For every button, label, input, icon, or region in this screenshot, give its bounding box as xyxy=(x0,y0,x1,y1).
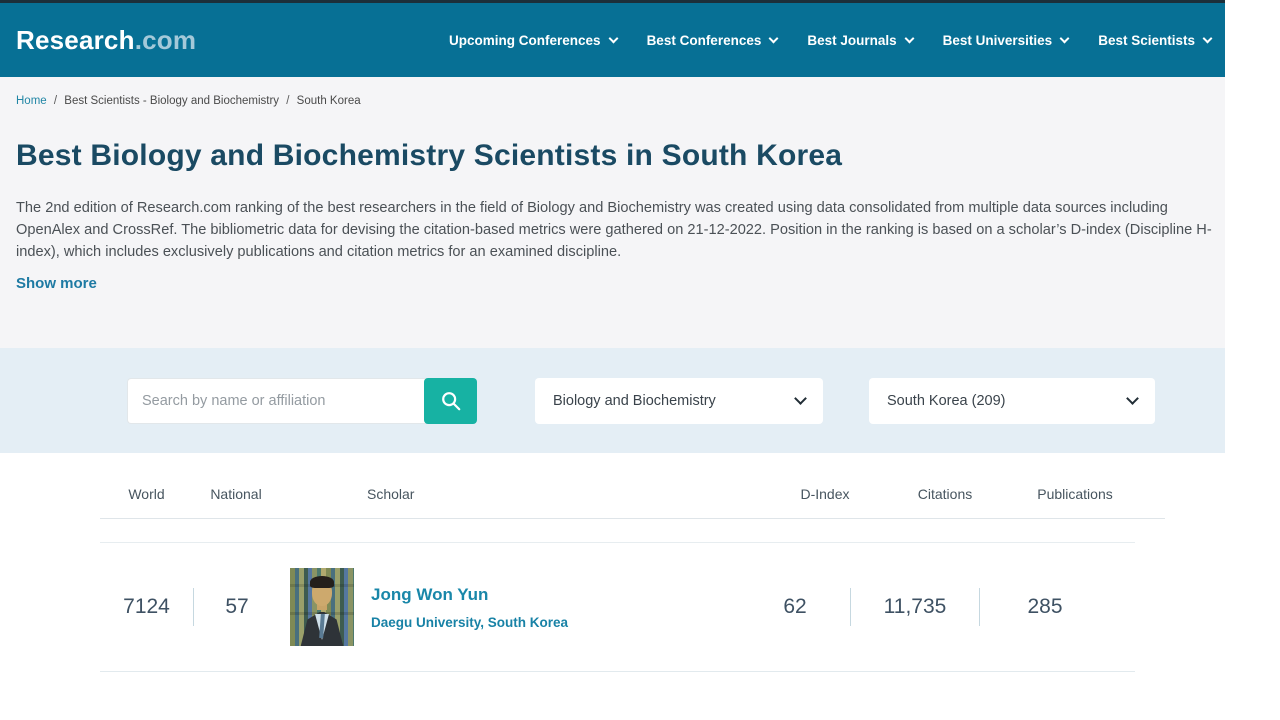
column-header-world: World xyxy=(100,486,193,502)
column-header-scholar: Scholar xyxy=(367,486,770,502)
photo-hair-shape xyxy=(310,576,334,588)
search-button[interactable] xyxy=(424,378,477,424)
page-content: Research.com Upcoming Conferences Best C… xyxy=(0,0,1225,672)
chevron-down-icon xyxy=(769,33,779,43)
publications-value: 285 xyxy=(980,595,1110,619)
search-icon xyxy=(440,390,462,412)
nav-item-label: Best Scientists xyxy=(1098,33,1195,48)
page-title: Best Biology and Biochemistry Scientists… xyxy=(16,137,1209,175)
discipline-dropdown-value: Biology and Biochemistry xyxy=(553,393,716,409)
chevron-down-icon xyxy=(904,33,914,43)
nav-item-label: Best Universities xyxy=(943,33,1053,48)
breadcrumb-separator: / xyxy=(54,95,57,107)
national-rank-value: 57 xyxy=(194,595,280,619)
scholar-info: Jong Won Yun Daegu University, South Kor… xyxy=(371,585,568,630)
country-dropdown-value: South Korea (209) xyxy=(887,393,1006,409)
research-logo[interactable]: Research.com xyxy=(16,25,196,56)
citations-value: 11,735 xyxy=(851,595,979,619)
world-rank-value: 7124 xyxy=(100,595,193,619)
scholar-name-link[interactable]: Jong Won Yun xyxy=(371,585,568,605)
show-more-link[interactable]: Show more xyxy=(16,275,97,292)
filter-bar: Biology and Biochemistry South Korea (20… xyxy=(0,348,1225,453)
column-header-publications: Publications xyxy=(1010,486,1140,502)
nav-item-best-universities[interactable]: Best Universities xyxy=(943,33,1069,48)
breadcrumb-country: South Korea xyxy=(297,95,361,107)
intro-section: Home / Best Scientists - Biology and Bio… xyxy=(0,77,1225,348)
logo-secondary: .com xyxy=(135,25,196,55)
scholar-photo[interactable] xyxy=(290,568,354,646)
column-header-national: National xyxy=(193,486,279,502)
discipline-dropdown[interactable]: Biology and Biochemistry xyxy=(535,378,823,424)
column-header-citations: Citations xyxy=(880,486,1010,502)
column-header-dindex: D-Index xyxy=(770,486,880,502)
page-description: The 2nd edition of Research.com ranking … xyxy=(16,197,1216,263)
nav-item-label: Upcoming Conferences xyxy=(449,33,601,48)
chevron-down-icon xyxy=(1060,33,1070,43)
breadcrumb-separator: / xyxy=(286,95,289,107)
nav-item-label: Best Journals xyxy=(807,33,896,48)
breadcrumb-category: Best Scientists - Biology and Biochemist… xyxy=(64,95,279,107)
scholar-affiliation: Daegu University, South Korea xyxy=(371,615,568,630)
chevron-down-icon xyxy=(1203,33,1213,43)
country-dropdown[interactable]: South Korea (209) xyxy=(869,378,1155,424)
breadcrumb: Home / Best Scientists - Biology and Bio… xyxy=(16,95,1209,107)
chevron-down-icon xyxy=(1126,392,1139,405)
table-row: 7124 57 Jong Won Yun Daegu University, S… xyxy=(100,542,1135,672)
nav-item-best-scientists[interactable]: Best Scientists xyxy=(1098,33,1211,48)
dindex-value: 62 xyxy=(740,595,850,619)
nav-item-upcoming-conferences[interactable]: Upcoming Conferences xyxy=(449,33,617,48)
search-input[interactable] xyxy=(127,378,427,424)
main-header: Research.com Upcoming Conferences Best C… xyxy=(0,3,1225,77)
nav-item-label: Best Conferences xyxy=(647,33,762,48)
table-header-row: World National Scholar D-Index Citations… xyxy=(100,453,1165,519)
nav-item-best-conferences[interactable]: Best Conferences xyxy=(647,33,778,48)
breadcrumb-home-link[interactable]: Home xyxy=(16,95,47,107)
chevron-down-icon xyxy=(608,33,618,43)
main-nav: Upcoming Conferences Best Conferences Be… xyxy=(449,33,1211,48)
search-group xyxy=(127,378,477,424)
nav-item-best-journals[interactable]: Best Journals xyxy=(807,33,912,48)
logo-primary: Research xyxy=(16,25,135,55)
chevron-down-icon xyxy=(794,392,807,405)
